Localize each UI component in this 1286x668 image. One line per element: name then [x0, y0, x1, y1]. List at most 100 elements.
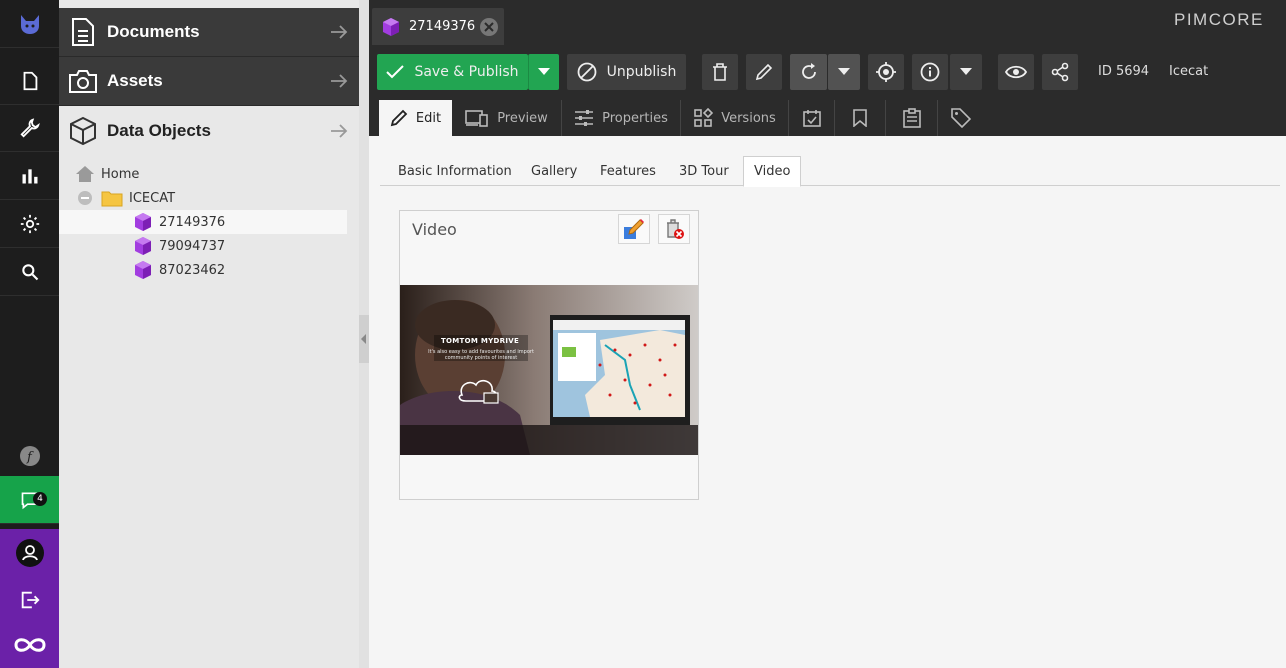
arrow-right-icon: [331, 25, 348, 39]
tab-basic-information[interactable]: Basic Information: [398, 156, 512, 186]
tree-item-object[interactable]: 87023462: [59, 258, 347, 282]
calendar-check-icon: [802, 110, 821, 127]
preview-button[interactable]: [998, 54, 1034, 90]
tag-icon: [951, 108, 971, 128]
tree-item-label: 27149376: [159, 214, 226, 230]
pimcore-logo: PIMCORE: [1174, 10, 1264, 29]
tab-video[interactable]: Video: [743, 156, 802, 187]
arrow-right-icon: [331, 123, 348, 138]
reload-options-dropdown[interactable]: [828, 54, 860, 90]
assets-section-title: Assets: [107, 71, 163, 90]
tree-item-object[interactable]: 79094737: [59, 234, 347, 258]
tab-gallery[interactable]: Gallery: [531, 156, 577, 186]
rail-reports-button[interactable]: [0, 152, 59, 200]
gear-icon: [20, 214, 39, 233]
delete-video-button[interactable]: [658, 214, 690, 244]
tree-item-label: ICECAT: [129, 190, 176, 206]
camera-icon: [69, 70, 97, 93]
tab-versions-label: Versions: [721, 110, 776, 126]
info-icon: [920, 62, 940, 82]
pimcore-cat-logo[interactable]: [0, 0, 59, 48]
documents-section-title: Documents: [107, 22, 200, 41]
document-icon: [72, 18, 94, 46]
tab-notes[interactable]: [835, 100, 886, 136]
save-options-dropdown[interactable]: [528, 54, 559, 90]
video-thumbnail[interactable]: TOMTOM MYDRIVE It's also easy to add fav…: [400, 285, 698, 455]
caret-left-icon: [361, 334, 366, 344]
clipboard-icon: [902, 108, 921, 128]
collapse-icon[interactable]: [77, 190, 93, 206]
video-field-panel: Video TOMTOM MYDRIVE It's also easy to a…: [399, 210, 699, 500]
rail-tools-button[interactable]: [0, 104, 59, 152]
tab-preview[interactable]: Preview: [452, 100, 562, 136]
rail-symfony-button[interactable]: f: [0, 432, 59, 480]
rail-logout-button[interactable]: [0, 577, 59, 622]
caret-down-icon: [960, 68, 972, 75]
rename-button[interactable]: [746, 54, 782, 90]
sliders-icon: [575, 110, 594, 126]
close-tab-button[interactable]: [480, 18, 498, 36]
tab-edit-label: Edit: [415, 110, 442, 126]
data-objects-section-title: Data Objects: [107, 120, 211, 140]
open-object-tab[interactable]: 27149376: [372, 8, 504, 45]
video-thumbnail-caption: It's also easy to add favourites and imp…: [428, 349, 534, 361]
object-id-label: ID 5694: [1098, 64, 1150, 79]
tree-item-home[interactable]: Home: [59, 162, 347, 186]
edit-video-button[interactable]: [618, 214, 650, 244]
unpublish-button[interactable]: Unpublish: [567, 54, 686, 90]
trash-icon: [713, 63, 727, 81]
video-thumbnail-image: [400, 285, 698, 455]
arrow-right-icon: [331, 74, 348, 88]
data-objects-section-header[interactable]: Data Objects: [59, 106, 359, 155]
tab-features[interactable]: Features: [600, 156, 656, 186]
pencil-icon: [755, 63, 773, 81]
share-button[interactable]: [1042, 54, 1078, 90]
collapse-panel-handle[interactable]: [359, 315, 369, 363]
info-options-dropdown[interactable]: [950, 54, 982, 90]
eye-icon: [1005, 65, 1027, 79]
rail-documents-button[interactable]: [0, 57, 59, 105]
tab-edit[interactable]: Edit: [379, 100, 452, 136]
caret-down-icon: [838, 68, 850, 75]
tab-properties[interactable]: Properties: [562, 100, 681, 136]
assets-section-header[interactable]: Assets: [59, 57, 359, 106]
tab-3d-tour[interactable]: 3D Tour: [679, 156, 729, 186]
tab-tasks[interactable]: [886, 100, 938, 136]
rail-settings-button[interactable]: [0, 200, 59, 248]
search-icon: [21, 263, 38, 280]
main-navigation-rail: f 4: [0, 0, 59, 668]
rail-infinity-button[interactable]: [0, 622, 59, 668]
object-class-label: Icecat: [1169, 64, 1209, 79]
tab-properties-label: Properties: [602, 110, 668, 126]
object-cube-icon: [135, 237, 151, 255]
object-cube-icon: [135, 261, 151, 279]
edit-pencil-icon: [624, 219, 644, 239]
locate-in-tree-button[interactable]: [868, 54, 904, 90]
wrench-icon: [19, 117, 40, 138]
rail-search-button[interactable]: [0, 248, 59, 296]
documents-section-header[interactable]: Documents: [59, 8, 359, 57]
logout-icon: [21, 591, 40, 608]
home-icon: [76, 166, 94, 182]
rail-user-button[interactable]: [0, 529, 59, 577]
ban-icon: [577, 62, 597, 82]
tree-panel: Documents Assets Data Objects Home ICECA…: [59, 0, 359, 668]
unpublish-label: Unpublish: [606, 64, 677, 80]
tree-item-icecat-folder[interactable]: ICECAT: [59, 186, 347, 210]
tab-preview-label: Preview: [497, 110, 548, 126]
reload-button[interactable]: [790, 54, 827, 90]
user-avatar-icon: [15, 539, 44, 567]
video-field-title: Video: [412, 220, 457, 239]
open-object-tab-label: 27149376: [409, 19, 476, 34]
pencil-icon: [390, 109, 408, 127]
tab-schedule[interactable]: [789, 100, 835, 136]
object-cube-icon: [383, 17, 399, 36]
tree-item-object[interactable]: 27149376: [59, 210, 347, 234]
info-button[interactable]: [912, 54, 948, 90]
check-icon: [386, 65, 405, 79]
delete-button[interactable]: [702, 54, 738, 90]
rail-notifications-button[interactable]: 4: [0, 476, 59, 524]
save-publish-button[interactable]: Save & Publish: [377, 54, 528, 90]
tab-tags[interactable]: [938, 100, 984, 136]
tab-versions[interactable]: Versions: [681, 100, 789, 136]
